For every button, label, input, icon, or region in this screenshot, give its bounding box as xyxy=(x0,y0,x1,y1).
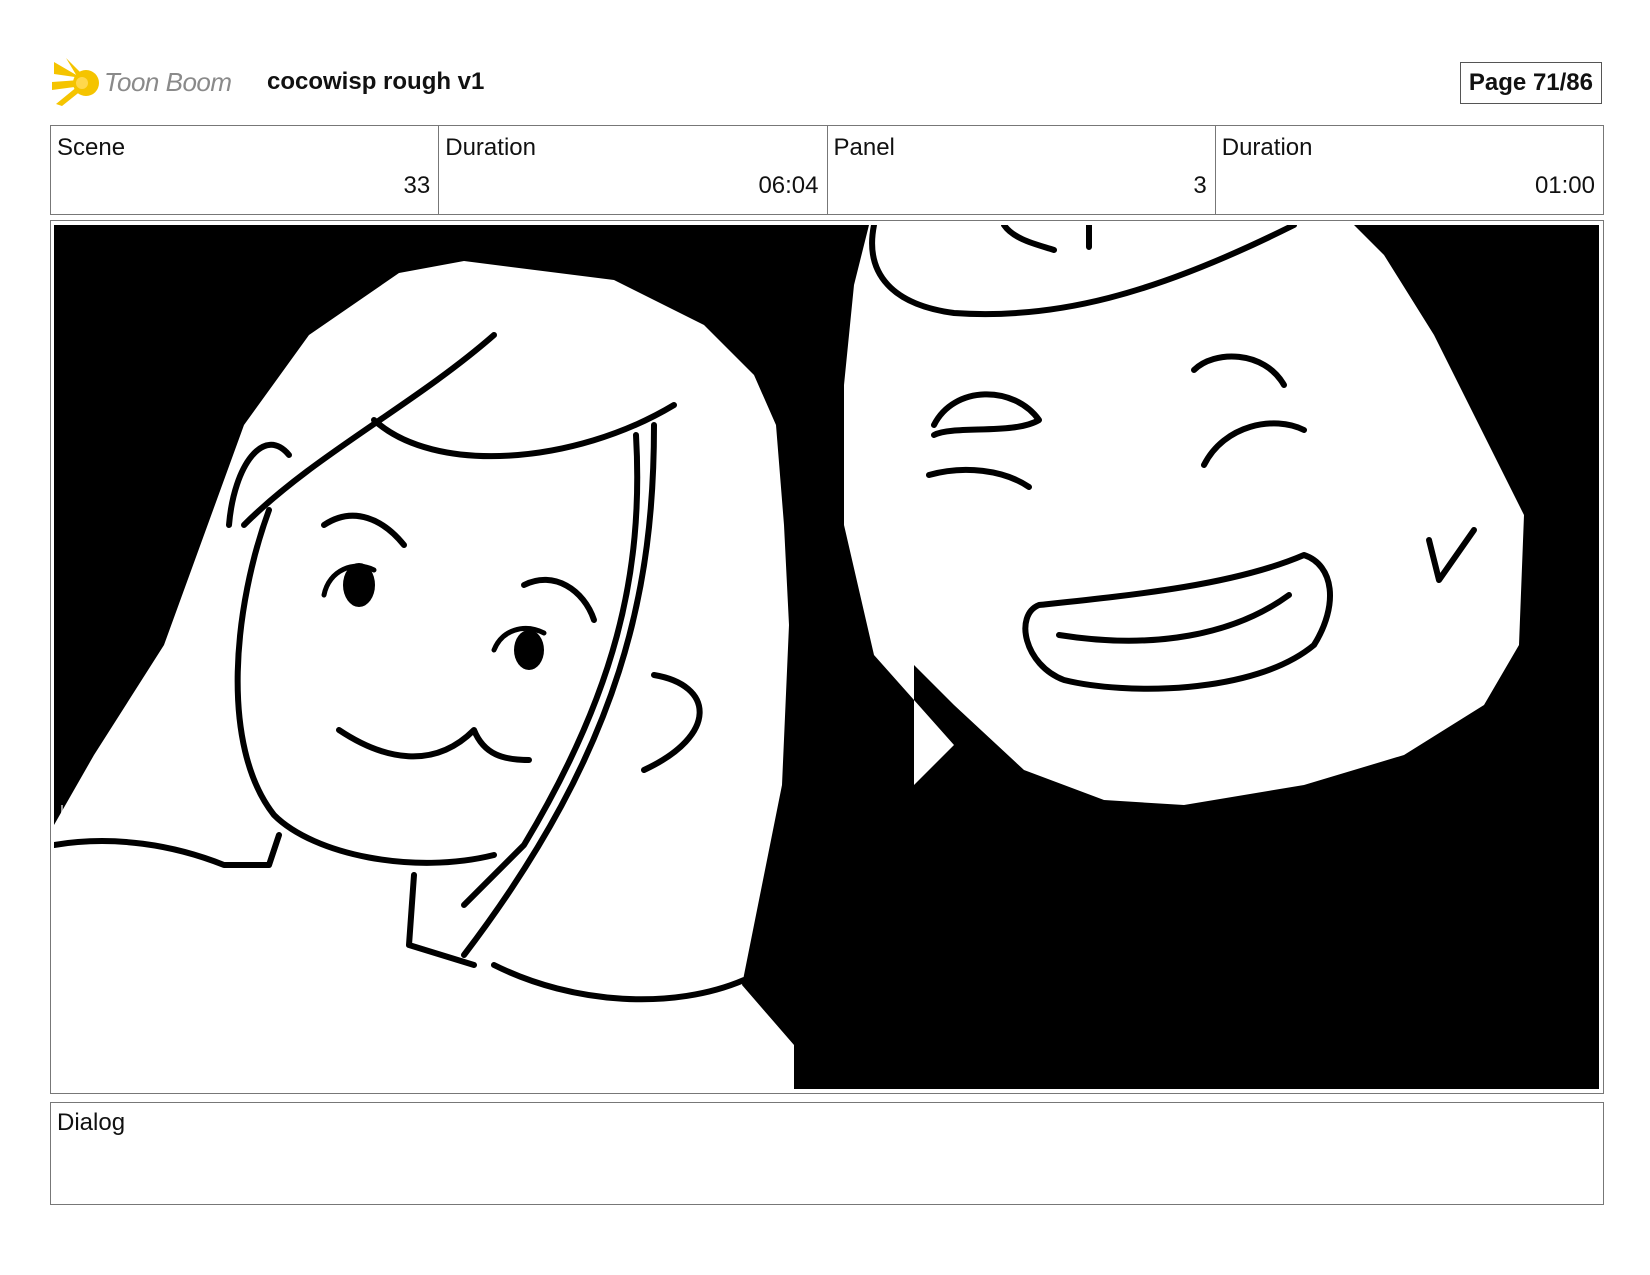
scene-cell: Scene 33 xyxy=(51,126,440,214)
project-title: cocowisp rough v1 xyxy=(267,68,485,95)
scene-info-table: Scene 33 Duration 06:04 Panel 3 Duration… xyxy=(50,125,1604,215)
scene-duration-label: Duration xyxy=(445,134,536,161)
dialog-label: Dialog xyxy=(57,1109,126,1136)
page-indicator: Page 71/86 xyxy=(1459,62,1602,104)
brand-name: Toon Boom xyxy=(104,66,232,97)
starburst-icon xyxy=(52,58,99,106)
toon-boom-logo: Toon Boom xyxy=(52,56,232,108)
page-header: Toon Boom cocowisp rough v1 Page 71/86 xyxy=(52,56,1602,108)
storyboard-panel xyxy=(50,220,1604,1094)
panel-duration-cell: Duration 01:00 xyxy=(1216,126,1603,214)
panel-cell: Panel 3 xyxy=(828,126,1216,214)
scene-duration-value: 06:04 xyxy=(758,172,819,199)
panel-drawing xyxy=(54,225,1599,1089)
scene-label: Scene xyxy=(57,134,126,161)
dialog-box: Dialog xyxy=(50,1102,1604,1205)
panel-label: Panel xyxy=(833,134,895,161)
panel-value: 3 xyxy=(1193,172,1207,199)
panel-duration-label: Duration xyxy=(1221,134,1313,161)
panel-duration-value: 01:00 xyxy=(1534,172,1595,199)
scene-duration-cell: Duration 06:04 xyxy=(439,126,828,214)
girl-eye-right xyxy=(514,630,544,670)
scene-value: 33 xyxy=(403,172,431,199)
